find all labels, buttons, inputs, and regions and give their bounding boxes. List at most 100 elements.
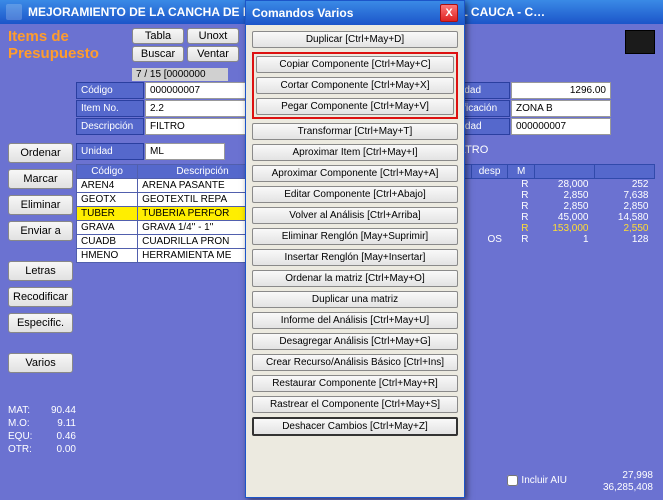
unidad-row: Unidad ML <box>76 143 225 160</box>
incluir-aiu-row: Incluir AIU <box>507 475 567 486</box>
tabla-button[interactable]: Tabla <box>132 28 184 44</box>
stat-value: 0.46 <box>40 430 76 443</box>
value-cell: R <box>508 212 535 223</box>
restaurar-componente-button[interactable]: Restaurar Componente [Ctrl+May+R] <box>252 375 458 392</box>
component-code-cell[interactable]: GRAVA <box>77 221 138 235</box>
stat-label: EQU: <box>8 430 40 443</box>
deshacer-cambios-button[interactable]: Deshacer Cambios [Ctrl+May+Z] <box>252 417 458 436</box>
component-code-cell[interactable]: HMENO <box>77 249 138 263</box>
highlighted-group: Copiar Componente [Ctrl+May+C] Cortar Co… <box>252 52 458 119</box>
value-cell: 45,000 <box>535 212 595 223</box>
value-cell <box>471 201 508 212</box>
table-row[interactable]: HMENOHERRAMIENTA ME <box>77 249 268 263</box>
app-icon <box>6 4 22 20</box>
duplicar-matriz-button[interactable]: Duplicar una matriz <box>252 291 458 308</box>
component-code-cell[interactable]: CUADB <box>77 235 138 249</box>
clasificacion-value[interactable]: ZONA B <box>511 100 611 117</box>
ventar-button[interactable]: Ventar <box>187 46 239 62</box>
rastrear-componente-button[interactable]: Rastrear el Componente [Ctrl+May+S] <box>252 396 458 413</box>
table-row[interactable]: CUADBCUADRILLA PRON <box>77 235 268 249</box>
value-cell: 128 <box>595 234 655 245</box>
incluir-aiu-label: Incluir AIU <box>521 475 567 486</box>
heading-line1: Items de <box>8 28 99 45</box>
unidad-label: Unidad <box>76 143 144 160</box>
unidad-value[interactable]: ML <box>145 143 225 160</box>
aproximar-componente-button[interactable]: Aproximar Componente [Ctrl+May+A] <box>252 165 458 182</box>
copiar-componente-button[interactable]: Copiar Componente [Ctrl+May+C] <box>256 56 454 73</box>
value-cell: R <box>508 190 535 201</box>
component-code-cell[interactable]: TUBER <box>77 207 138 221</box>
editar-componente-button[interactable]: Editar Componente [Ctrl+Abajo] <box>252 186 458 203</box>
left-action-panel: Ordenar Marcar Eliminar Enviar a Letras … <box>8 143 73 373</box>
letras-button[interactable]: Letras <box>8 261 73 281</box>
eliminar-button[interactable]: Eliminar <box>8 195 73 215</box>
transformar-button[interactable]: Transformar [Ctrl+May+T] <box>252 123 458 140</box>
stats-panel: MAT:90.44M.O:9.11EQU:0.46OTR:0.00 <box>8 404 76 456</box>
value-cell: R <box>508 179 535 191</box>
stat-value: 9.11 <box>40 417 76 430</box>
ordenar-button[interactable]: Ordenar <box>8 143 73 163</box>
duplicar-button[interactable]: Duplicar [Ctrl+May+D] <box>252 31 458 48</box>
incluir-aiu-checkbox[interactable] <box>507 475 518 486</box>
cantidad-value[interactable]: 1296.00 <box>511 82 611 99</box>
recodificar-button[interactable]: Recodificar <box>8 287 73 307</box>
stat-value: 0.00 <box>40 443 76 456</box>
col-codigo-header[interactable]: Código <box>77 165 138 179</box>
component-code-cell[interactable]: AREN4 <box>77 179 138 193</box>
stat-value: 90.44 <box>40 404 76 417</box>
enviar-a-button[interactable]: Enviar a <box>8 221 73 241</box>
heading-line2: Presupuesto <box>8 45 99 62</box>
informe-analisis-button[interactable]: Informe del Análisis [Ctrl+May+U] <box>252 312 458 329</box>
page-heading: Items de Presupuesto <box>8 28 99 62</box>
col-desp-header[interactable]: desp <box>471 165 508 179</box>
value-cell: 2,850 <box>595 201 655 212</box>
value-cell: 153,000 <box>535 223 595 234</box>
dialog-titlebar[interactable]: Comandos Varios X <box>246 1 464 25</box>
value-cell: OS <box>471 234 508 245</box>
stat-row: M.O:9.11 <box>8 417 76 430</box>
volver-analisis-button[interactable]: Volver al Análisis [Ctrl+Arriba] <box>252 207 458 224</box>
desagregar-analisis-button[interactable]: Desagregar Análisis [Ctrl+May+G] <box>252 333 458 350</box>
pegar-componente-button[interactable]: Pegar Componente [Ctrl+May+V] <box>256 98 454 115</box>
table-row[interactable]: GEOTXGEOTEXTIL REPA <box>77 193 268 207</box>
stat-label: M.O: <box>8 417 40 430</box>
value-cell: 28,000 <box>535 179 595 191</box>
component-code-cell[interactable]: GEOTX <box>77 193 138 207</box>
record-navigator[interactable]: 7 / 15 [0000000 <box>132 68 228 81</box>
table-row[interactable]: GRAVAGRAVA 1/4" - 1" <box>77 221 268 235</box>
especific-button[interactable]: Especific. <box>8 313 73 333</box>
eliminar-renglon-button[interactable]: Eliminar Renglón [May+Suprimir] <box>252 228 458 245</box>
codigo-label: Código <box>76 82 144 99</box>
buscar-button[interactable]: Buscar <box>132 46 184 62</box>
value-cell: 252 <box>595 179 655 191</box>
table-row[interactable]: AREN4ARENA PASANTE <box>77 179 268 193</box>
ordenar-matriz-button[interactable]: Ordenar la matriz [Ctrl+May+O] <box>252 270 458 287</box>
unoxt-button[interactable]: Unoxt <box>187 28 239 44</box>
value-cell: 1 <box>535 234 595 245</box>
dialog-title: Comandos Varios <box>252 6 440 20</box>
item-no-label: Item No. <box>76 100 144 117</box>
value-cell: 7,638 <box>595 190 655 201</box>
top-toolbar: Tabla Unoxt Buscar Ventar <box>132 28 239 64</box>
stat-label: MAT: <box>8 404 40 417</box>
comandos-varios-dialog: Comandos Varios X Duplicar [Ctrl+May+D] … <box>245 0 465 498</box>
status-indicator-box <box>625 30 655 54</box>
descripcion-label: Descripción <box>76 118 144 135</box>
value-cell: R <box>508 201 535 212</box>
totals-panel: 27,998 36,285,408 <box>603 470 653 494</box>
value-cell: R <box>508 223 535 234</box>
insertar-renglon-button[interactable]: Insertar Renglón [May+Insertar] <box>252 249 458 266</box>
close-icon[interactable]: X <box>440 4 458 22</box>
varios-button[interactable]: Varios <box>8 353 73 373</box>
col-m-header[interactable]: M <box>508 165 535 179</box>
marcar-button[interactable]: Marcar <box>8 169 73 189</box>
cortar-componente-button[interactable]: Cortar Componente [Ctrl+May+X] <box>256 77 454 94</box>
table-row[interactable]: TUBERTUBERIA PERFOR <box>77 207 268 221</box>
value-cell <box>471 212 508 223</box>
crear-recurso-button[interactable]: Crear Recurso/Análisis Básico [Ctrl+Ins] <box>252 354 458 371</box>
dialog-body: Duplicar [Ctrl+May+D] Copiar Componente … <box>246 25 464 442</box>
stat-label: OTR: <box>8 443 40 456</box>
aproximar-item-button[interactable]: Aproximar Item [Ctrl+May+I] <box>252 144 458 161</box>
actividad-value[interactable]: 000000007 <box>511 118 611 135</box>
value-cell <box>471 190 508 201</box>
